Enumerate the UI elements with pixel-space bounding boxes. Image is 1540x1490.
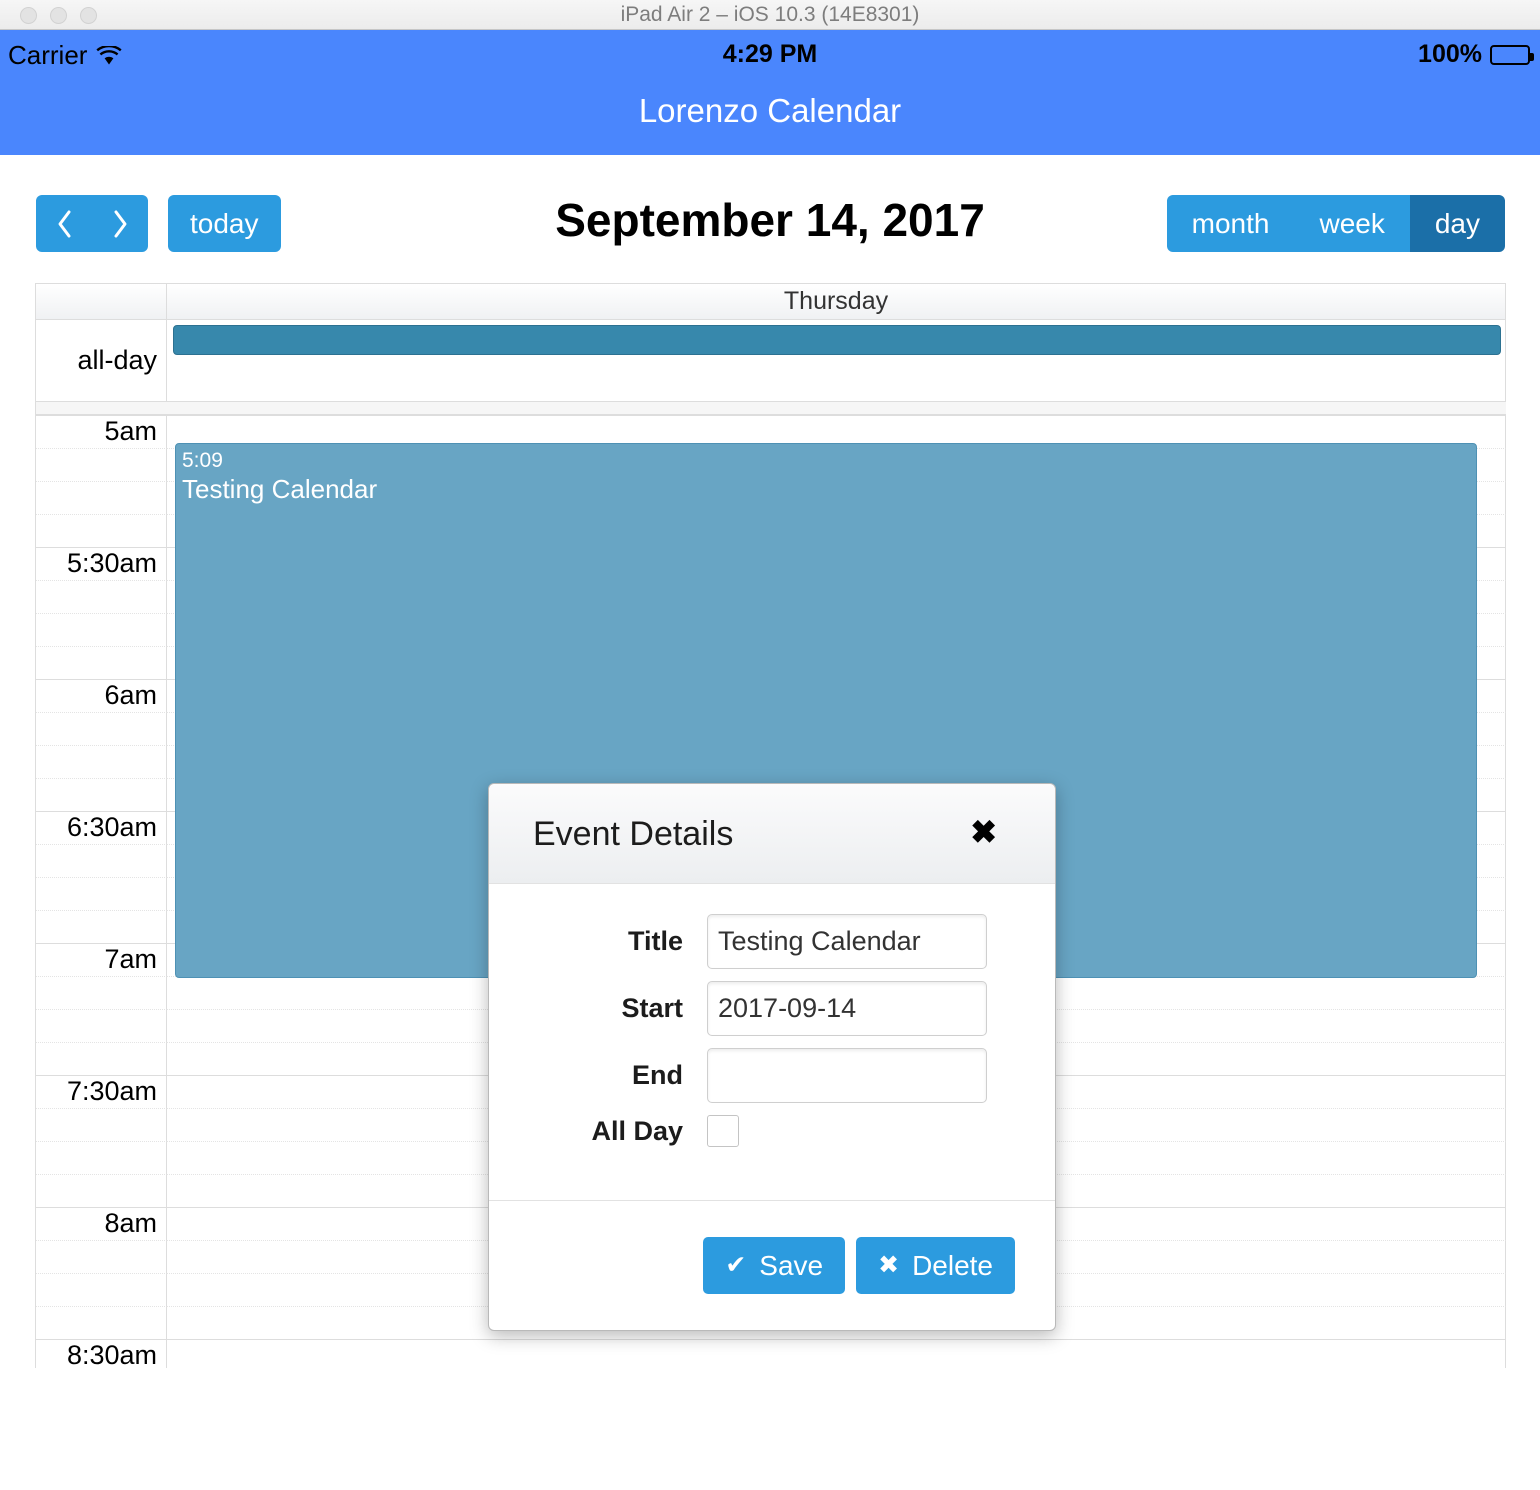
delete-button[interactable]: ✖ Delete xyxy=(856,1237,1015,1294)
time-axis-label xyxy=(36,778,167,811)
grid-divider xyxy=(36,402,1506,415)
simulator-window-title: iPad Air 2 – iOS 10.3 (14E8301) xyxy=(620,3,920,26)
close-icon[interactable]: ✖ xyxy=(970,816,997,848)
time-axis-label xyxy=(36,514,167,547)
time-axis-label xyxy=(36,1306,167,1339)
all-day-field-label: All Day xyxy=(591,1115,683,1146)
end-field-label: End xyxy=(632,1060,683,1090)
calendar-toolbar: today September 14, 2017 month week day xyxy=(0,157,1540,272)
time-axis-label xyxy=(36,1273,167,1306)
time-axis-label xyxy=(36,448,167,481)
dialog-body: Title Start End All Day xyxy=(489,884,1055,1177)
time-slot-row: 8:30am xyxy=(36,1339,1506,1368)
event-details-dialog: Event Details ✖ Title Start End All Day … xyxy=(488,783,1056,1331)
all-day-slot[interactable] xyxy=(167,320,1506,401)
app-title: Lorenzo Calendar xyxy=(638,92,902,129)
form-row-title: Title xyxy=(489,914,1055,969)
time-axis-label xyxy=(36,646,167,679)
all-day-row: all-day xyxy=(36,320,1506,402)
view-switcher-group: month week day xyxy=(1166,195,1505,252)
all-day-event[interactable] xyxy=(173,325,1501,355)
all-day-label: all-day xyxy=(36,320,167,401)
day-column-header[interactable]: Thursday xyxy=(167,284,1506,319)
time-axis-label xyxy=(36,844,167,877)
time-axis-label xyxy=(36,1240,167,1273)
time-axis-label: 6:30am xyxy=(36,811,167,844)
simulator-titlebar: iPad Air 2 – iOS 10.3 (14E8301) xyxy=(0,0,1540,30)
check-icon: ✔ xyxy=(725,1251,747,1279)
time-axis-label: 5:30am xyxy=(36,547,167,580)
day-header-row: Thursday xyxy=(36,284,1506,320)
time-axis-label xyxy=(36,877,167,910)
time-axis-label xyxy=(36,1108,167,1141)
time-axis-label: 5am xyxy=(36,415,167,448)
time-axis-label xyxy=(36,976,167,1009)
dialog-title: Event Details xyxy=(533,815,734,853)
delete-button-label: Delete xyxy=(912,1249,993,1281)
time-axis-label: 8am xyxy=(36,1207,167,1240)
time-axis-label xyxy=(36,1009,167,1042)
time-axis-label: 7am xyxy=(36,943,167,976)
time-axis-label xyxy=(36,745,167,778)
time-axis-label xyxy=(36,580,167,613)
save-button-label: Save xyxy=(759,1249,824,1281)
title-field-label: Title xyxy=(627,926,683,956)
battery-percent-label: 100% xyxy=(1418,40,1482,68)
time-axis-label xyxy=(36,910,167,943)
time-axis-label: 8:30am xyxy=(36,1339,167,1368)
start-field-label: Start xyxy=(621,993,683,1023)
time-axis-label xyxy=(36,712,167,745)
form-row-end: End xyxy=(489,1048,1055,1103)
view-button-month[interactable]: month xyxy=(1166,195,1295,252)
view-button-day[interactable]: day xyxy=(1409,195,1505,252)
time-axis-label xyxy=(36,613,167,646)
status-bar-right: 100% xyxy=(1418,40,1534,69)
timed-event-time: 5:09 xyxy=(182,449,223,472)
timed-event-title: Testing Calendar xyxy=(182,474,378,504)
view-button-week[interactable]: week xyxy=(1294,195,1410,252)
ios-navigation-bar: Carrier 4:29 PM 100% Lorenzo Calendar xyxy=(0,30,1540,155)
form-row-start: Start xyxy=(489,981,1055,1036)
save-button[interactable]: ✔ Save xyxy=(703,1237,846,1294)
form-row-allday: All Day xyxy=(489,1115,1055,1147)
time-slot-cell[interactable] xyxy=(167,1339,1506,1368)
title-field[interactable] xyxy=(707,914,987,969)
time-axis-label xyxy=(36,1042,167,1075)
all-day-checkbox[interactable] xyxy=(707,1115,739,1147)
time-axis-label: 7:30am xyxy=(36,1075,167,1108)
battery-icon xyxy=(1490,44,1534,65)
axis-corner-cell xyxy=(36,284,167,319)
time-axis-label: 6am xyxy=(36,679,167,712)
status-bar-time: 4:29 PM xyxy=(722,40,818,68)
time-axis-label xyxy=(36,481,167,514)
end-field[interactable] xyxy=(707,1048,987,1103)
time-axis-label xyxy=(36,1174,167,1207)
times-icon: ✖ xyxy=(878,1251,900,1279)
dialog-header: Event Details ✖ xyxy=(489,784,1055,884)
time-axis-label xyxy=(36,1141,167,1174)
dialog-footer: ✔ Save ✖ Delete xyxy=(489,1200,1055,1330)
start-field[interactable] xyxy=(707,981,987,1036)
